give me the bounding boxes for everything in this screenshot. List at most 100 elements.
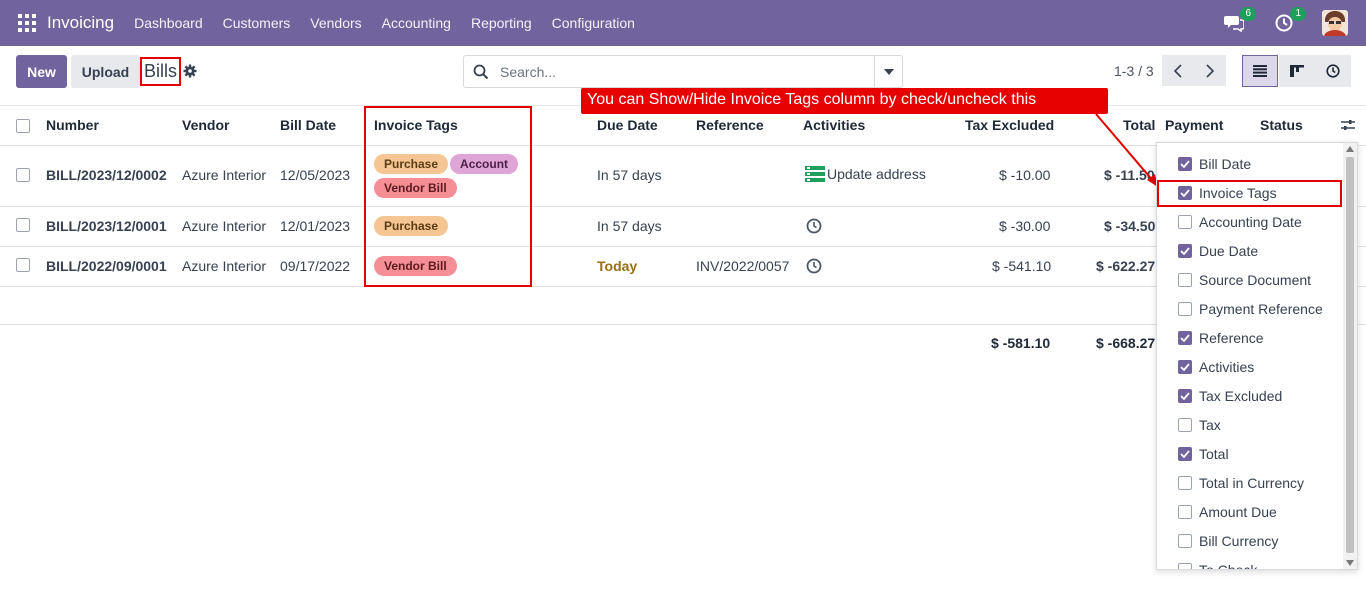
scroll-thumb[interactable]: [1346, 157, 1354, 553]
activity-clock-icon[interactable]: [806, 218, 822, 237]
menu-customers[interactable]: Customers: [213, 15, 301, 31]
checkbox-unchecked[interactable]: [1178, 504, 1192, 519]
activity-clock-icon[interactable]: [806, 258, 822, 277]
checkbox-unchecked[interactable]: [1178, 214, 1192, 229]
activity-view-button[interactable]: [1315, 55, 1351, 87]
tax-excluded: $ -10.00: [999, 167, 1051, 183]
top-navbar: Invoicing Dashboard Customers Vendors Ac…: [0, 0, 1366, 46]
checkbox-checked[interactable]: [1178, 243, 1192, 258]
menu-accounting[interactable]: Accounting: [372, 15, 461, 31]
option-to-check[interactable]: To Check: [1157, 555, 1343, 569]
callout-arrow: [1095, 113, 1158, 187]
new-button[interactable]: New: [16, 55, 67, 88]
checkbox-checked[interactable]: [1178, 330, 1192, 345]
search-options-toggle[interactable]: [874, 56, 902, 87]
tag-vendor-bill: Vendor Bill: [374, 256, 457, 276]
col-due-date[interactable]: Due Date: [597, 117, 658, 133]
menu-reporting[interactable]: Reporting: [461, 15, 542, 31]
option-reference[interactable]: Reference: [1157, 323, 1343, 352]
checkbox-unchecked[interactable]: [1178, 272, 1192, 287]
kanban-view-button[interactable]: [1279, 55, 1315, 87]
option-due-date[interactable]: Due Date: [1157, 236, 1343, 265]
row-checkbox[interactable]: [16, 168, 30, 182]
pager-value[interactable]: 1-3 / 3: [1114, 63, 1154, 79]
col-status[interactable]: Status: [1260, 117, 1303, 133]
checkbox-unchecked[interactable]: [1178, 562, 1192, 569]
user-avatar[interactable]: [1322, 10, 1348, 36]
option-label: Source Document: [1199, 271, 1312, 288]
optional-columns-toggle-icon[interactable]: [1341, 118, 1355, 135]
pager-previous-button[interactable]: [1162, 55, 1194, 86]
pager-next-button[interactable]: [1194, 55, 1226, 86]
scroll-down-arrow-icon[interactable]: [1346, 560, 1354, 566]
col-tax-excluded[interactable]: Tax Excluded: [965, 117, 1054, 133]
app-name[interactable]: Invoicing: [47, 13, 114, 33]
chevron-left-icon: [1174, 63, 1182, 78]
col-invoice-tags[interactable]: Invoice Tags: [374, 117, 458, 133]
checkbox-unchecked[interactable]: [1178, 475, 1192, 490]
col-vendor[interactable]: Vendor: [182, 117, 229, 133]
tag-purchase: Purchase: [374, 154, 449, 174]
col-reference[interactable]: Reference: [696, 117, 764, 133]
menu-configuration[interactable]: Configuration: [542, 15, 645, 31]
option-label: Bill Currency: [1199, 532, 1279, 549]
list-view-button[interactable]: [1242, 55, 1278, 87]
checkbox-checked[interactable]: [1178, 185, 1192, 200]
option-total-in-currency[interactable]: Total in Currency: [1157, 468, 1343, 497]
menu-vendors[interactable]: Vendors: [300, 15, 371, 31]
activity-cell[interactable]: Update address: [805, 166, 926, 182]
option-accounting-date[interactable]: Accounting Date: [1157, 207, 1343, 236]
option-invoice-tags[interactable]: Invoice Tags: [1157, 178, 1343, 207]
tax-excluded: $ -541.10: [992, 258, 1052, 274]
search-input[interactable]: [500, 56, 870, 87]
option-amount-due[interactable]: Amount Due: [1157, 497, 1343, 526]
option-bill-currency[interactable]: Bill Currency: [1157, 526, 1343, 555]
activity-summary: Update address: [827, 166, 926, 182]
checkbox-checked[interactable]: [1178, 446, 1192, 461]
option-bill-date[interactable]: Bill Date: [1157, 149, 1343, 178]
bill-date: 12/01/2023: [280, 218, 351, 234]
option-label: Tax Excluded: [1199, 387, 1283, 404]
total: $ -622.27: [1096, 258, 1156, 274]
sum-total: $ -668.27: [1096, 335, 1156, 351]
activities-clock-icon[interactable]: 1: [1272, 7, 1306, 35]
checkbox-unchecked[interactable]: [1178, 301, 1192, 316]
messages-count-badge: 6: [1240, 7, 1256, 21]
col-payment[interactable]: Payment: [1165, 117, 1223, 133]
dropdown-scrollbar[interactable]: [1343, 143, 1357, 569]
search-box[interactable]: [463, 55, 903, 88]
checkbox-checked[interactable]: [1178, 388, 1192, 403]
search-icon: [473, 64, 489, 80]
option-source-document[interactable]: Source Document: [1157, 265, 1343, 294]
col-activities[interactable]: Activities: [803, 117, 865, 133]
apps-menu-icon[interactable]: [18, 14, 36, 32]
option-payment-reference[interactable]: Payment Reference: [1157, 294, 1343, 323]
vendor-name: Azure Interior: [182, 258, 267, 274]
option-total[interactable]: Total: [1157, 439, 1343, 468]
select-all-checkbox[interactable]: [16, 119, 30, 133]
checkbox-unchecked[interactable]: [1178, 533, 1192, 548]
col-number[interactable]: Number: [46, 117, 99, 133]
upload-button[interactable]: Upload: [71, 55, 140, 88]
messages-icon[interactable]: 6: [1222, 7, 1256, 35]
option-label: Due Date: [1199, 242, 1259, 259]
invoice-tags: Purchase: [374, 216, 450, 236]
menu-dashboard[interactable]: Dashboard: [124, 15, 213, 31]
option-activities[interactable]: Activities: [1157, 352, 1343, 381]
option-label: Payment Reference: [1199, 300, 1323, 317]
scroll-up-arrow-icon[interactable]: [1346, 146, 1354, 152]
gear-icon[interactable]: [183, 64, 197, 78]
row-checkbox[interactable]: [16, 218, 30, 232]
row-checkbox[interactable]: [16, 258, 30, 272]
bill-date: 09/17/2022: [280, 258, 351, 274]
col-bill-date[interactable]: Bill Date: [280, 117, 336, 133]
checkbox-checked[interactable]: [1178, 359, 1192, 374]
chevron-right-icon: [1206, 63, 1214, 78]
checkbox-unchecked[interactable]: [1178, 417, 1192, 432]
vendor-name: Azure Interior: [182, 167, 267, 183]
option-tax-excluded[interactable]: Tax Excluded: [1157, 381, 1343, 410]
option-tax[interactable]: Tax: [1157, 410, 1343, 439]
checkbox-checked[interactable]: [1178, 156, 1192, 171]
option-label: Activities: [1199, 358, 1255, 375]
tag-vendor-bill: Vendor Bill: [374, 178, 457, 198]
